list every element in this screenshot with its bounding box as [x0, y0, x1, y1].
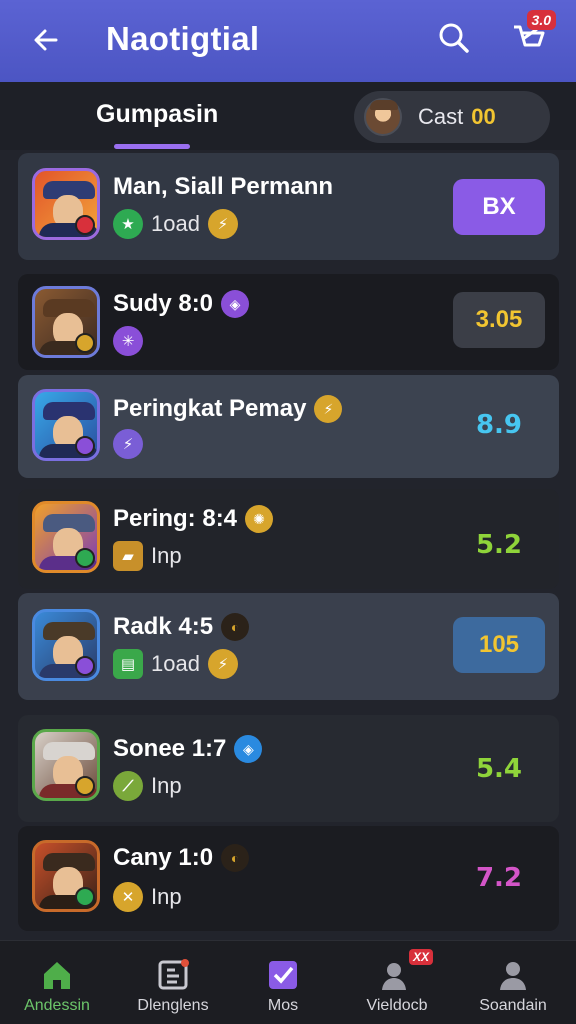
avatar — [32, 168, 100, 240]
nav-item-dlenglens[interactable]: Dlenglens — [118, 957, 228, 1015]
search-button[interactable] — [434, 18, 474, 58]
item-meta: ⟋ Inp — [113, 771, 182, 801]
item-name: Cany 1:0 ◐ — [113, 844, 250, 872]
avatar — [32, 501, 100, 573]
nav-label: Mos — [267, 997, 299, 1014]
cast-balance-pill[interactable]: Cast 00 — [354, 91, 550, 143]
nav-item-soandain[interactable]: Soandain — [458, 957, 568, 1015]
item-meta-text: Inp — [151, 884, 182, 909]
ticket-icon: ▤ — [113, 649, 143, 679]
home-icon — [39, 957, 75, 993]
item-meta: ✳ — [113, 326, 143, 356]
item-meta-text: 1oad — [151, 211, 200, 236]
top-app-bar: Naotigtial 3.0 — [0, 0, 576, 82]
item-meta: ⚡ — [113, 429, 143, 459]
cast-value: 00 — [471, 104, 496, 129]
item-meta: ✕ Inp — [113, 882, 182, 912]
value-label: 5.4 — [475, 754, 523, 784]
avatar — [32, 286, 100, 358]
value-badge[interactable]: 3.05 — [453, 292, 545, 348]
nav-item-mos[interactable]: Mos — [228, 957, 338, 1015]
document-icon — [155, 957, 191, 993]
avatar — [32, 389, 100, 461]
nav-badge: XX — [408, 949, 433, 965]
page-title: Naotigtial — [106, 20, 260, 57]
coin-icon: ✺ — [245, 505, 274, 533]
nav-item-vieldocb[interactable]: XX Vieldocb — [342, 949, 452, 1015]
nav-label: Vieldocb — [366, 997, 428, 1014]
nav-label: Andessin — [24, 997, 90, 1014]
item-name: Sudy 8:0 ◈ — [113, 290, 250, 318]
cast-avatar — [364, 98, 402, 136]
value-label: 7.2 — [475, 863, 523, 893]
item-meta-text: Inp — [151, 543, 182, 568]
helmet-icon: ◐ — [221, 844, 250, 872]
item-meta: ▰ Inp — [113, 541, 182, 571]
item-meta: ★ 1oad ⚡ — [113, 209, 238, 239]
cast-label: Cast — [418, 104, 464, 129]
crossed-swords-icon: ✕ — [113, 882, 143, 912]
list-item[interactable]: Cany 1:0 ◐ ✕ Inp 7.2 — [18, 826, 559, 931]
bottom-navigation: Andessin Dlenglens Mos XX Vieldocb Soand… — [0, 940, 576, 1024]
shield-icon: ◈ — [234, 735, 263, 763]
avatar — [32, 609, 100, 681]
item-meta-text: Inp — [151, 773, 182, 798]
profile-icon — [495, 957, 531, 993]
cart-button[interactable]: 3.0 — [506, 10, 556, 60]
list-item[interactable]: Sudy 8:0 ◈ ✳ 3.05 — [18, 274, 559, 370]
coin-icon: ⚡ — [207, 649, 238, 679]
back-button[interactable] — [28, 22, 64, 58]
value-label: 8.9 — [475, 410, 523, 440]
list-item[interactable]: Peringkat Pemay ⚡ ⚡ 8.9 — [18, 375, 559, 478]
item-name: Peringkat Pemay ⚡ — [113, 395, 343, 423]
tab-indicator — [114, 144, 190, 149]
friends-icon: XX — [379, 949, 433, 993]
item-name: Pering: 8:4 ✺ — [113, 505, 274, 533]
sword-icon: ⟋ — [113, 771, 143, 801]
arrow-left-icon — [34, 29, 58, 51]
item-meta-text: 1oad — [151, 651, 200, 676]
item-name: Man, Siall Permann — [113, 173, 334, 200]
value-badge[interactable]: 105 — [453, 617, 545, 673]
list-item[interactable]: Man, Siall Permann ★ 1oad ⚡ BX — [18, 153, 559, 260]
list-item[interactable]: Sonee 1:7 ◈ ⟋ Inp 5.4 — [18, 715, 559, 822]
avatar — [32, 729, 100, 801]
coin-icon: ⚡ — [314, 395, 343, 423]
cart-badge: 3.0 — [526, 10, 556, 30]
helmet-icon: ◐ — [221, 613, 250, 641]
action-button[interactable]: BX — [453, 179, 545, 235]
value-label: 5.2 — [475, 530, 523, 560]
nav-item-andessin[interactable]: Andessin — [2, 957, 112, 1015]
star-icon: ★ — [113, 209, 143, 239]
nav-label: Soandain — [479, 997, 547, 1014]
search-icon — [439, 23, 469, 53]
lightning-icon: ⚡ — [113, 429, 143, 459]
avatar — [32, 840, 100, 912]
list-item[interactable]: Pering: 8:4 ✺ ▰ Inp 5.2 — [18, 489, 559, 589]
gem-icon: ◈ — [221, 290, 250, 318]
list-item[interactable]: Radk 4:5 ◐ ▤ 1oad ⚡ 105 — [18, 593, 559, 700]
tab-gumpasin[interactable]: Gumpasin — [96, 100, 218, 129]
checkbox-icon — [265, 957, 301, 993]
item-name: Radk 4:5 ◐ — [113, 613, 250, 641]
item-name: Sonee 1:7 ◈ — [113, 735, 263, 763]
item-meta: ▤ 1oad ⚡ — [113, 649, 238, 679]
sparkle-icon: ✳ — [113, 326, 143, 356]
ticket-icon: ▰ — [113, 541, 143, 571]
lightning-icon: ⚡ — [207, 209, 238, 239]
nav-label: Dlenglens — [137, 997, 209, 1014]
